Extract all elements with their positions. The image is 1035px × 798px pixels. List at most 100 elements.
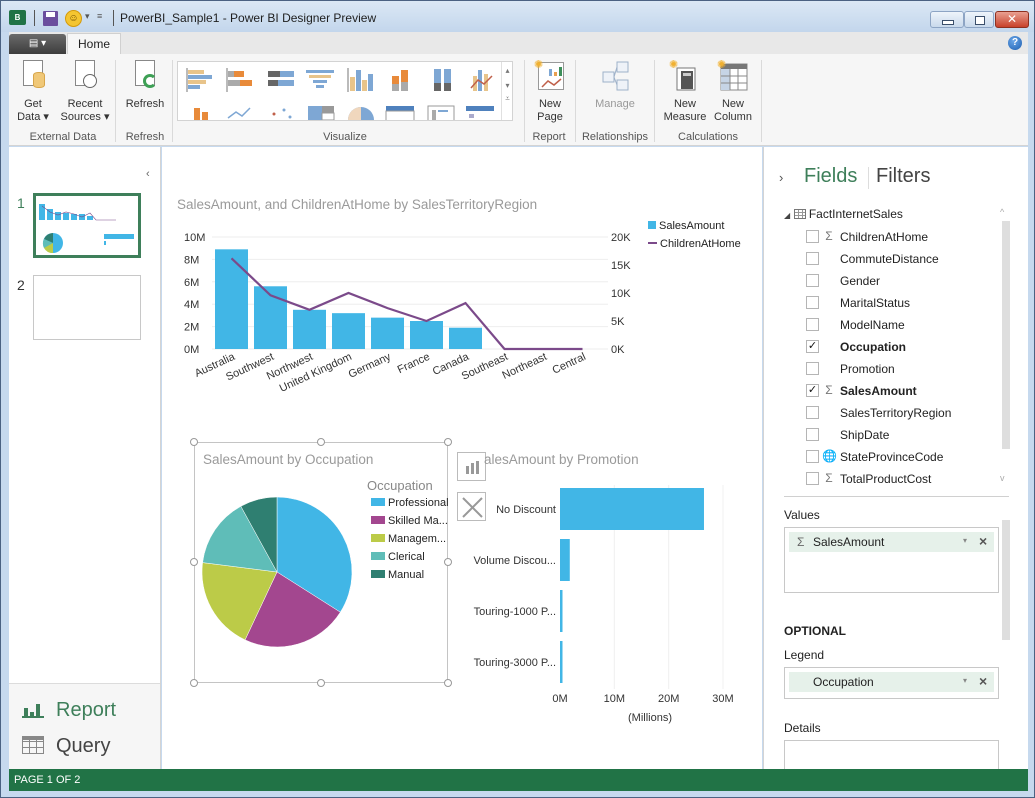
tab-home[interactable]: Home bbox=[67, 33, 121, 55]
field-item[interactable]: ShipDate bbox=[764, 424, 1004, 446]
expand-triangle-icon[interactable]: ◢ bbox=[784, 211, 790, 220]
x-axis-tick: 30M bbox=[712, 693, 733, 705]
scroll-up-icon[interactable]: ^ bbox=[1000, 207, 1004, 217]
y-axis-tick: Touring-1000 P... bbox=[474, 606, 556, 618]
group-label-visualize: Visualize bbox=[323, 131, 367, 143]
resize-handle[interactable] bbox=[317, 438, 325, 446]
file-menu-button[interactable]: ▤ ▾ bbox=[9, 34, 66, 54]
recent-sources-button[interactable]: Recent Sources ▾ bbox=[59, 60, 111, 124]
page-thumbnail-2[interactable] bbox=[33, 275, 141, 340]
refresh-button[interactable]: Refresh bbox=[121, 60, 169, 111]
new-page-button[interactable]: ✺ New Page bbox=[533, 60, 567, 124]
tab-filters[interactable]: Filters bbox=[876, 165, 930, 188]
field-item[interactable]: Gender bbox=[764, 270, 1004, 292]
remove-field-icon[interactable]: × bbox=[979, 533, 987, 549]
pie-legend-item[interactable]: Managem... bbox=[371, 533, 446, 545]
pages-panel: ‹ 1 2 Report Query bbox=[9, 147, 161, 769]
field-name: TotalProductCost bbox=[840, 472, 932, 486]
remove-field-icon[interactable]: × bbox=[979, 673, 987, 689]
field-item[interactable]: Σ ChildrenAtHome bbox=[764, 226, 1004, 248]
x-axis-tick: 20M bbox=[658, 693, 679, 705]
get-data-button[interactable]: Get Data ▾ bbox=[15, 60, 51, 124]
field-item[interactable]: SalesTerritoryRegion bbox=[764, 402, 1004, 424]
smiley-dropdown-icon[interactable]: ▾ bbox=[85, 11, 90, 22]
ribbon-group-relationships: Manage Relationships bbox=[577, 54, 653, 146]
field-checkbox[interactable] bbox=[806, 362, 819, 375]
table-node[interactable]: ◢ FactInternetSales bbox=[784, 207, 903, 221]
tab-fields[interactable]: Fields bbox=[804, 165, 857, 188]
legend-item-childrenathome[interactable]: ChildrenAtHome bbox=[648, 238, 741, 250]
field-checkbox[interactable] bbox=[806, 406, 819, 419]
minimize-button[interactable] bbox=[930, 11, 964, 28]
new-column-button[interactable]: ✺ New Column bbox=[710, 60, 756, 124]
ribbon-separator bbox=[115, 60, 116, 142]
field-item[interactable]: Promotion bbox=[764, 358, 1004, 380]
maximize-button[interactable] bbox=[964, 11, 994, 28]
help-icon[interactable]: ? bbox=[1008, 36, 1022, 50]
manage-relationships-button[interactable]: Manage bbox=[591, 60, 639, 111]
dropdown-icon[interactable]: ▾ bbox=[963, 676, 967, 685]
pie-legend-item[interactable]: Professional bbox=[371, 497, 449, 509]
pie-legend-item[interactable]: Manual bbox=[371, 569, 424, 581]
promotion-bar-chart[interactable]: 0M 10M 20M 30M (Millions) No Discount Volume D… bbox=[462, 477, 762, 727]
resize-handle[interactable] bbox=[444, 679, 452, 687]
field-checkbox[interactable] bbox=[806, 274, 819, 287]
field-checkbox[interactable] bbox=[806, 428, 819, 441]
field-checkbox[interactable] bbox=[806, 450, 819, 463]
dropdown-icon[interactable]: ▾ bbox=[963, 536, 967, 545]
field-item[interactable]: ModelName bbox=[764, 314, 1004, 336]
field-item[interactable]: ✓ Σ SalesAmount bbox=[764, 380, 1004, 402]
left-axis-tick: 4M bbox=[184, 299, 199, 311]
field-item[interactable]: CommuteDistance bbox=[764, 248, 1004, 270]
resize-handle[interactable] bbox=[190, 438, 198, 446]
legend-label: Skilled Ma... bbox=[388, 515, 448, 527]
field-item[interactable]: 🌐 StateProvinceCode bbox=[764, 446, 1004, 468]
resize-handle[interactable] bbox=[444, 438, 452, 446]
sigma-icon: Σ bbox=[825, 383, 833, 397]
new-measure-button[interactable]: ✺ New Measure bbox=[662, 60, 708, 124]
x-axis-tick: Central bbox=[551, 351, 588, 377]
legend-well[interactable]: Occupation ▾ × bbox=[784, 667, 999, 699]
resize-handle[interactable] bbox=[190, 679, 198, 687]
save-icon[interactable] bbox=[43, 11, 58, 26]
collapse-pages-icon[interactable]: ‹ bbox=[146, 168, 150, 180]
field-item[interactable]: MaritalStatus bbox=[764, 292, 1004, 314]
nav-report[interactable]: Report bbox=[22, 699, 116, 722]
bar-2 bbox=[560, 590, 563, 632]
field-checkbox[interactable] bbox=[806, 296, 819, 309]
x-axis-tick: Northeast bbox=[500, 351, 548, 382]
legend-item-salesamount[interactable]: SalesAmount bbox=[648, 220, 724, 232]
customize-qat-icon[interactable]: ≡ bbox=[97, 11, 102, 21]
resize-handle[interactable] bbox=[444, 558, 452, 566]
pie-chart[interactable] bbox=[197, 492, 357, 652]
legend-well-item[interactable]: Occupation ▾ × bbox=[789, 672, 994, 692]
field-checkbox[interactable] bbox=[806, 230, 819, 243]
field-checkbox[interactable]: ✓ bbox=[806, 384, 819, 397]
page-thumbnail-preview bbox=[39, 204, 134, 254]
field-checkbox[interactable] bbox=[806, 252, 819, 265]
field-checkbox[interactable] bbox=[806, 472, 819, 485]
fields-scrollbar[interactable] bbox=[1002, 221, 1010, 449]
page-thumbnail-1[interactable] bbox=[33, 193, 141, 258]
values-well-item[interactable]: Σ SalesAmount ▾ × bbox=[789, 532, 994, 552]
bar-1 bbox=[560, 539, 570, 581]
panel-divider bbox=[784, 496, 1009, 497]
pie-legend-item[interactable]: Skilled Ma... bbox=[371, 515, 448, 527]
field-item[interactable]: Σ TotalProductCost bbox=[764, 468, 1004, 490]
field-checkbox[interactable] bbox=[806, 318, 819, 331]
wells-scrollbar[interactable] bbox=[1002, 520, 1010, 640]
expand-panel-icon[interactable]: › bbox=[779, 170, 783, 185]
resize-handle[interactable] bbox=[317, 679, 325, 687]
nav-query[interactable]: Query bbox=[22, 735, 110, 758]
report-canvas: SalesAmount, and ChildrenAtHome by Sales… bbox=[162, 147, 762, 769]
field-item[interactable]: ✓ Occupation bbox=[764, 336, 1004, 358]
feedback-smiley-icon[interactable]: ☺ bbox=[65, 10, 82, 27]
legend-swatch bbox=[371, 552, 385, 560]
right-axis-tick: 0K bbox=[611, 344, 625, 356]
close-button[interactable]: ✕ bbox=[995, 11, 1029, 28]
pie-legend-item[interactable]: Clerical bbox=[371, 551, 425, 563]
values-well[interactable]: Σ SalesAmount ▾ × bbox=[784, 527, 999, 593]
details-well[interactable] bbox=[784, 740, 999, 772]
field-checkbox[interactable]: ✓ bbox=[806, 340, 819, 353]
scroll-down-icon[interactable]: v bbox=[1000, 473, 1005, 483]
